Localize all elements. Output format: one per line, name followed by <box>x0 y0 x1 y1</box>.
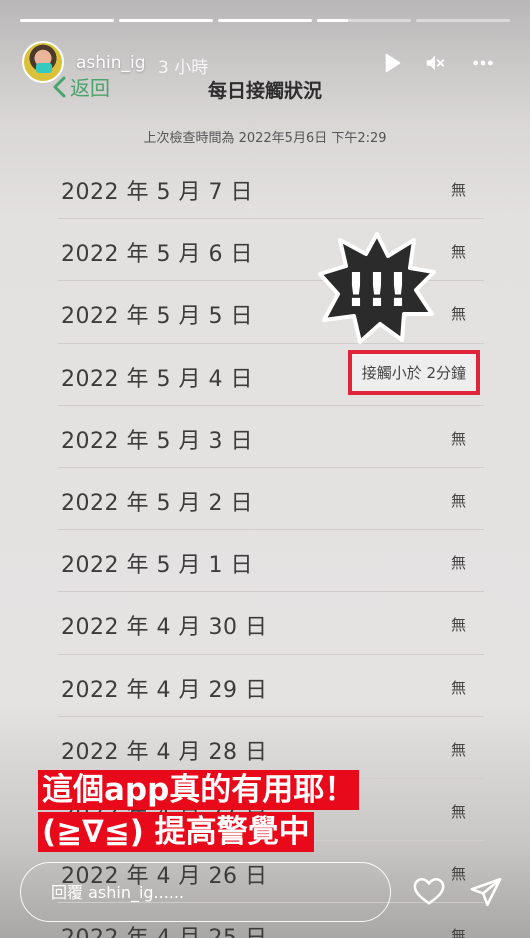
row-date: 2022 年 5 月 2 日 <box>61 490 253 516</box>
progress-segment <box>416 19 510 22</box>
row-date: 2022 年 4 月 28 日 <box>61 739 268 765</box>
table-row: 2022 年 5 月 3 日 無 <box>58 406 484 468</box>
row-status: 無 <box>450 740 466 759</box>
row-status: 無 <box>450 616 466 635</box>
row-status: 無 <box>450 181 466 199</box>
row-status: 無 <box>450 554 466 573</box>
story-username[interactable]: ashin_ig <box>76 53 146 73</box>
caption-line-2: (≧∇≦) 提高警覺中 <box>38 812 314 852</box>
row-status: 無 <box>450 243 466 262</box>
play-icon[interactable] <box>381 52 403 74</box>
send-icon[interactable] <box>469 875 503 909</box>
row-date: 2022 年 5 月 3 日 <box>61 428 253 454</box>
table-row: 2022 年 5 月 2 日 無 <box>58 468 484 531</box>
row-status: 無 <box>450 678 466 697</box>
progress-segment <box>218 19 312 22</box>
story-time-ago: 3 小時 <box>158 58 209 78</box>
row-status: 無 <box>450 305 466 324</box>
progress-segment <box>119 19 213 22</box>
row-date: 2022 年 5 月 7 日 <box>61 180 253 205</box>
table-row: 2022 年 5 月 4 日 接觸小於 2分鐘 <box>58 344 484 406</box>
table-row: 2022 年 5 月 7 日 無 <box>58 157 484 220</box>
progress-segment <box>317 19 411 22</box>
row-date: 2022 年 4 月 29 日 <box>61 677 268 703</box>
row-status: 無 <box>450 865 466 884</box>
speaker-muted-icon[interactable] <box>424 52 446 74</box>
row-status: 無 <box>450 429 466 448</box>
table-row: 2022 年 4 月 30 日 無 <box>58 592 484 655</box>
more-icon[interactable] <box>472 52 494 74</box>
row-date: 2022 年 5 月 6 日 <box>61 242 253 268</box>
table-row: 2022 年 5 月 1 日 無 <box>58 530 484 593</box>
reply-field[interactable] <box>20 862 391 922</box>
row-status: 無 <box>450 927 466 938</box>
row-date: 2022 年 4 月 30 日 <box>61 615 268 641</box>
row-date: 2022 年 5 月 5 日 <box>61 304 253 330</box>
table-row: 2022 年 4 月 29 日 無 <box>58 655 484 717</box>
contact-status-highlight: 接觸小於 2分鐘 <box>347 349 480 395</box>
story-progress-bar <box>20 19 510 22</box>
row-date: 2022 年 5 月 1 日 <box>61 553 253 579</box>
exclamation-burst-sticker: !!! <box>318 232 436 344</box>
sticker-text: !!! <box>346 263 409 317</box>
progress-segment <box>20 19 114 22</box>
last-check-time: 上次檢查時間為 2022年5月6日 下午2:29 <box>143 131 387 146</box>
row-date: 2022 年 4 月 25 日 <box>61 920 267 938</box>
reply-input[interactable] <box>21 863 390 921</box>
heart-icon[interactable] <box>412 875 446 909</box>
page-title: 每日接觸狀況 <box>207 80 322 102</box>
story-viewer: ashin_ig 3 小時 返回 每日接觸狀況 上次檢查時間為 2022年5月6… <box>0 0 530 938</box>
caption-line-1: 這個app真的有用耶！ <box>38 770 360 810</box>
row-status: 無 <box>450 491 466 510</box>
row-date: 2022 年 5 月 4 日 <box>61 366 253 392</box>
row-status: 無 <box>450 802 466 821</box>
